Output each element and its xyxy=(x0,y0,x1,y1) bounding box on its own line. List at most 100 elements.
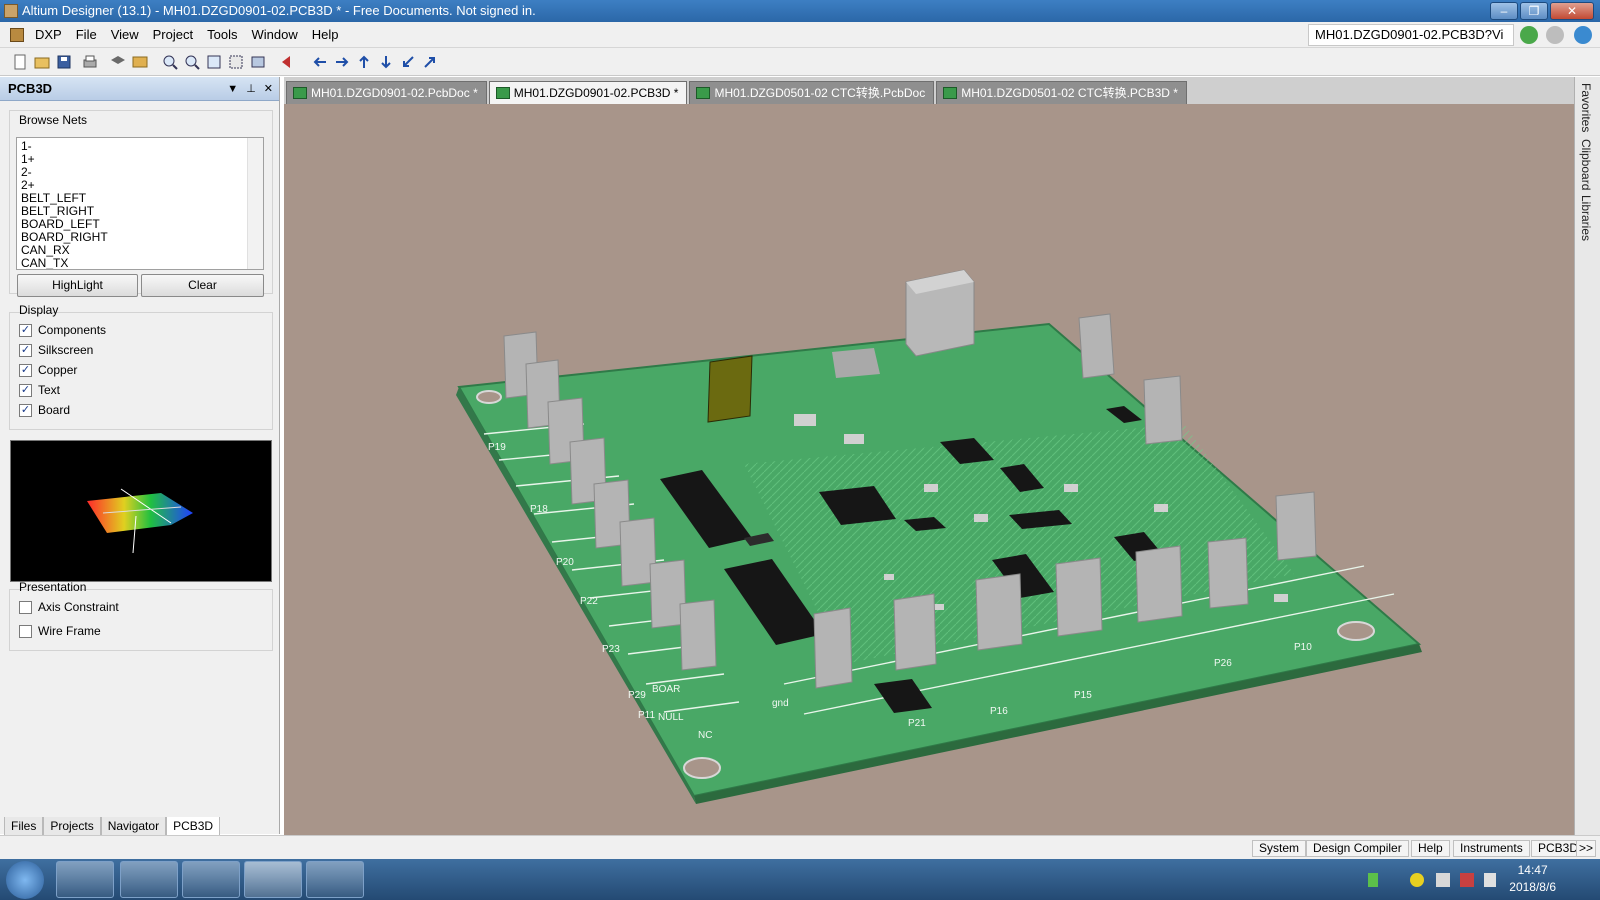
net-list-scrollbar[interactable] xyxy=(247,138,263,269)
libraries-tab[interactable]: Libraries xyxy=(1579,195,1593,241)
checkbox-label: Axis Constraint xyxy=(38,600,119,614)
net-list[interactable]: 1- 1+ 2- 2+ BELT_LEFT BELT_RIGHT BOARD_L… xyxy=(16,137,264,270)
silkscreen-checkbox[interactable]: ✓ Silkscreen xyxy=(19,343,93,357)
tab-files[interactable]: Files xyxy=(4,817,44,836)
taskbar-archive-icon[interactable] xyxy=(182,861,240,898)
list-item[interactable]: 1- xyxy=(21,140,259,153)
checkbox-checked-icon[interactable]: ✓ xyxy=(19,403,32,417)
flag-icon[interactable] xyxy=(1436,873,1450,887)
arrow-down-left-icon[interactable] xyxy=(400,54,416,70)
panel-close-icon[interactable]: ✕ xyxy=(264,77,273,101)
panel-menu-icon[interactable]: ▼ xyxy=(227,77,238,101)
arrow-right-icon[interactable] xyxy=(334,54,350,70)
volume-icon[interactable] xyxy=(1484,873,1496,887)
arrow-down-icon[interactable] xyxy=(378,54,394,70)
menu-window[interactable]: Window xyxy=(244,22,304,48)
tab-pcbdoc-0501[interactable]: MH01.DZGD0501-02 CTC转换.PcbDoc xyxy=(689,81,935,104)
silk-label-p21: P21 xyxy=(908,718,926,729)
zoom-selected-icon[interactable] xyxy=(250,54,266,70)
document-path-field[interactable]: MH01.DZGD0901-02.PCB3D?Vi xyxy=(1308,24,1514,46)
minimize-button[interactable]: – xyxy=(1490,2,1518,20)
pcb3d-file-icon xyxy=(495,87,510,99)
arrow-left-icon[interactable] xyxy=(312,54,328,70)
tab-label: MH01.DZGD0901-02.PCB3D * xyxy=(513,86,679,100)
checkbox-checked-icon[interactable]: ✓ xyxy=(19,363,32,377)
axis-constraint-checkbox[interactable]: Axis Constraint xyxy=(19,600,119,614)
list-item[interactable]: CAN_TX xyxy=(21,257,259,270)
browse-icon[interactable] xyxy=(132,54,148,70)
taskbar-paint-icon[interactable] xyxy=(306,861,364,898)
list-item[interactable]: 1+ xyxy=(21,153,259,166)
highlight-button[interactable]: HighLight xyxy=(17,274,138,297)
menu-file[interactable]: File xyxy=(69,22,104,48)
save-icon[interactable] xyxy=(56,54,72,70)
pcb3d-file-icon xyxy=(943,87,958,99)
taskbar-app-browser-icon[interactable] xyxy=(56,861,114,898)
cross-probe-icon[interactable] xyxy=(280,54,296,70)
menu-tools[interactable]: Tools xyxy=(200,22,244,48)
menu-view[interactable]: View xyxy=(104,22,146,48)
list-item[interactable]: 2- xyxy=(21,166,259,179)
silk-label-p18: P18 xyxy=(530,504,548,515)
zoom-in-icon[interactable] xyxy=(162,54,178,70)
print-icon[interactable] xyxy=(82,54,98,70)
pin-icon[interactable]: ⊥ xyxy=(246,77,256,101)
pcb-3d-model[interactable]: P19 P18 P20 P22 P23 P29 P11 P21 P16 P15 … xyxy=(284,104,1574,835)
new-document-icon[interactable] xyxy=(12,54,28,70)
home-icon[interactable] xyxy=(1574,26,1592,44)
network-icon[interactable] xyxy=(1460,873,1474,887)
forward-arrow-icon[interactable] xyxy=(1546,26,1564,44)
components-checkbox[interactable]: ✓ Components xyxy=(19,323,106,337)
menu-dxp[interactable]: DXP xyxy=(28,22,69,48)
tab-projects[interactable]: Projects xyxy=(43,817,101,836)
taskbar-altium-icon[interactable] xyxy=(244,861,302,898)
instruments-button[interactable]: Instruments xyxy=(1453,840,1530,857)
checkbox-checked-icon[interactable]: ✓ xyxy=(19,383,32,397)
zoom-fit-icon[interactable] xyxy=(206,54,222,70)
menu-help[interactable]: Help xyxy=(305,22,346,48)
tab-pcb3d-0501[interactable]: MH01.DZGD0501-02 CTC转换.PCB3D * xyxy=(936,81,1187,104)
close-button[interactable]: ✕ xyxy=(1550,2,1594,20)
tab-navigator[interactable]: Navigator xyxy=(100,817,167,836)
checkbox-label: Text xyxy=(38,383,61,397)
text-checkbox[interactable]: ✓ Text xyxy=(19,383,60,397)
tab-pcbdoc-0901[interactable]: MH01.DZGD0901-02.PcbDoc * xyxy=(286,81,487,104)
orientation-preview[interactable] xyxy=(10,440,272,582)
checkbox-label: Board xyxy=(38,403,71,417)
battery-icon[interactable] xyxy=(1368,873,1378,887)
checkbox-checked-icon[interactable]: ✓ xyxy=(19,323,32,337)
arrow-up-right-icon[interactable] xyxy=(422,54,438,70)
clipboard-tab[interactable]: Clipboard xyxy=(1579,139,1593,190)
open-folder-icon[interactable] xyxy=(34,54,50,70)
zoom-out-icon[interactable] xyxy=(184,54,200,70)
favorites-tab[interactable]: Favorites xyxy=(1579,83,1593,132)
design-compiler-button[interactable]: Design Compiler xyxy=(1306,840,1409,857)
taskbar-explorer-icon[interactable] xyxy=(120,861,178,898)
start-button-icon[interactable] xyxy=(6,861,44,899)
system-button[interactable]: System xyxy=(1252,840,1307,857)
checkbox-checked-icon[interactable]: ✓ xyxy=(19,343,32,357)
more-button[interactable]: >> xyxy=(1576,840,1597,857)
checkbox-unchecked-icon[interactable] xyxy=(19,600,32,614)
menu-project[interactable]: Project xyxy=(146,22,200,48)
silk-label-p29: P29 xyxy=(628,690,646,701)
clock[interactable]: 14:47 2018/8/6 xyxy=(1509,862,1556,896)
clock-time: 14:47 xyxy=(1517,863,1548,877)
copper-checkbox[interactable]: ✓ Copper xyxy=(19,363,77,377)
zoom-area-icon[interactable] xyxy=(228,54,244,70)
arrow-up-icon[interactable] xyxy=(356,54,372,70)
silk-label-boar: BOAR xyxy=(652,684,680,695)
board-checkbox[interactable]: ✓ Board xyxy=(19,403,70,417)
help-button[interactable]: Help xyxy=(1411,840,1450,857)
tray-app-icon[interactable] xyxy=(1410,873,1424,887)
tab-pcb3d[interactable]: PCB3D xyxy=(166,817,221,836)
layers-icon[interactable] xyxy=(110,54,126,70)
main-toolbar xyxy=(0,48,1600,76)
tab-pcb3d-0901[interactable]: MH01.DZGD0901-02.PCB3D * xyxy=(488,81,688,104)
back-arrow-icon[interactable] xyxy=(1520,26,1538,44)
clear-button[interactable]: Clear xyxy=(141,274,264,297)
maximize-button[interactable]: ❐ xyxy=(1520,2,1548,20)
pcb-3d-viewport[interactable]: P19 P18 P20 P22 P23 P29 P11 P21 P16 P15 … xyxy=(284,104,1574,835)
wire-frame-checkbox[interactable]: Wire Frame xyxy=(19,624,101,638)
checkbox-unchecked-icon[interactable] xyxy=(19,624,32,638)
